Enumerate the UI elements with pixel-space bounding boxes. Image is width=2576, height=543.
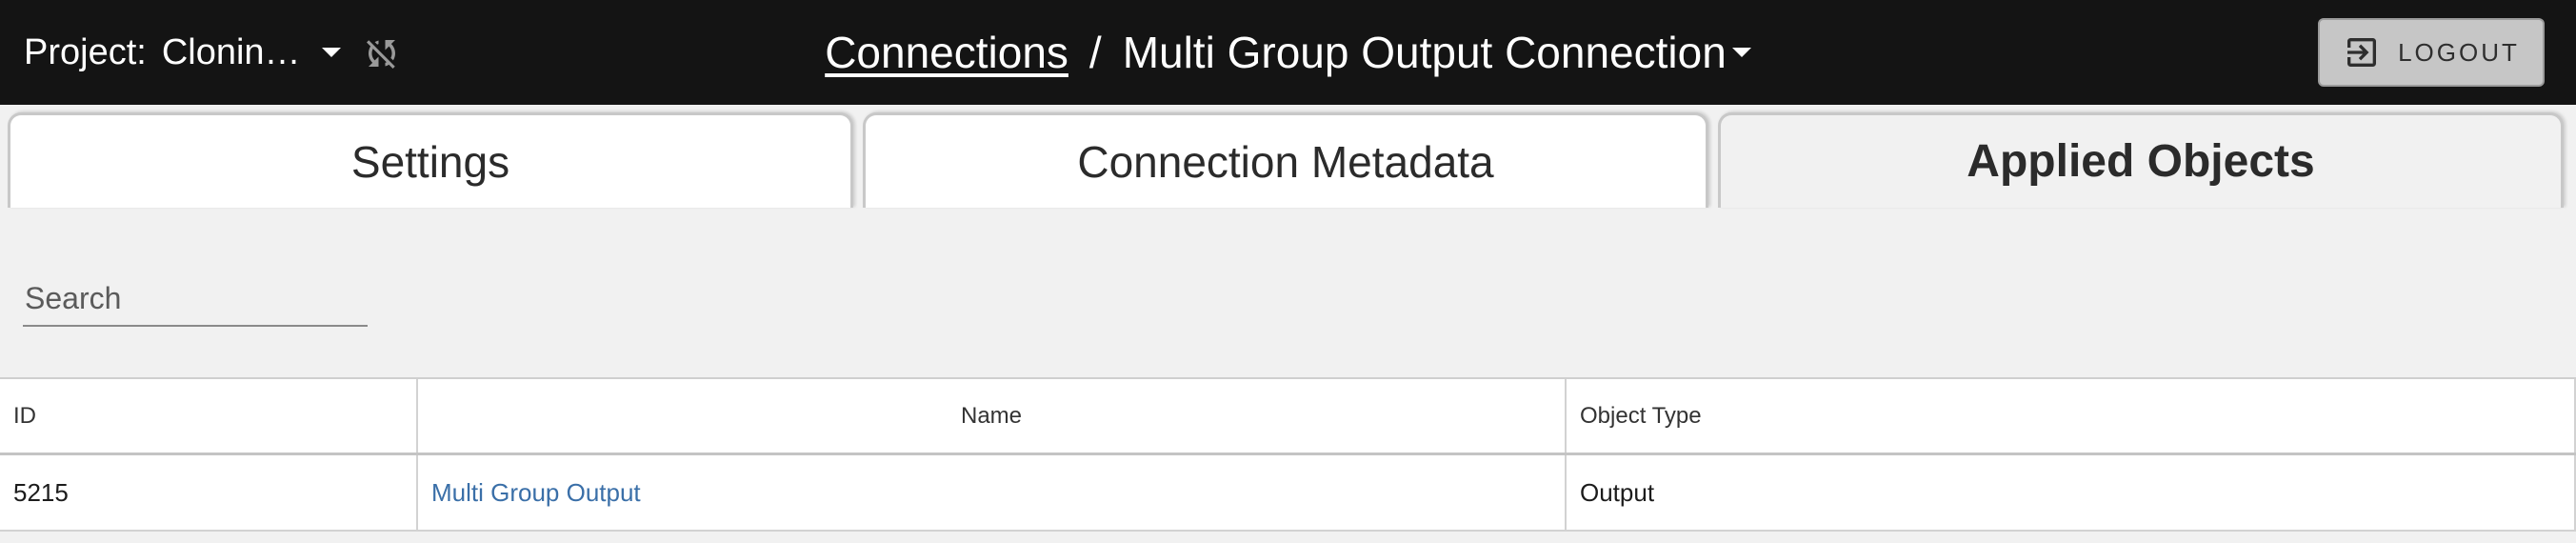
cell-id: 5215 — [13, 477, 69, 507]
breadcrumb-separator: / — [1088, 28, 1102, 77]
logout-label: LOGOUT — [2398, 37, 2520, 67]
logout-icon — [2347, 38, 2377, 67]
cell-name: Multi Group Output — [416, 455, 1565, 530]
search-input[interactable] — [23, 272, 368, 327]
breadcrumb-connections-link[interactable]: Connections — [825, 28, 1068, 77]
table-header-row: ID Name Object Type — [0, 379, 2576, 455]
tab-applied-objects[interactable]: Applied Objects — [1718, 112, 2564, 208]
column-header-id[interactable]: ID — [0, 379, 416, 452]
object-name-link[interactable]: Multi Group Output — [431, 478, 641, 508]
breadcrumb-current-connection[interactable]: Multi Group Output Connection — [1123, 28, 1727, 77]
table-row[interactable]: 5215 Multi Group Output Output — [0, 455, 2576, 532]
tab-bar: Settings Connection Metadata Applied Obj… — [0, 105, 2576, 208]
cell-object-type: Output — [1565, 455, 2576, 530]
chevron-down-icon[interactable] — [1731, 47, 1751, 57]
tab-settings[interactable]: Settings — [8, 112, 853, 208]
applied-objects-table: ID Name Object Type 5215 Multi Group Out… — [0, 377, 2576, 532]
tab-connection-metadata[interactable]: Connection Metadata — [863, 112, 1708, 208]
breadcrumb: Connections / Multi Group Output Connectio… — [0, 27, 2576, 78]
column-header-object-type[interactable]: Object Type — [1565, 379, 2576, 452]
top-bar: Project: Clonin… Connections / Multi Group… — [0, 0, 2576, 105]
logout-button[interactable]: LOGOUT — [2318, 18, 2545, 87]
column-header-name[interactable]: Name — [416, 379, 1565, 452]
